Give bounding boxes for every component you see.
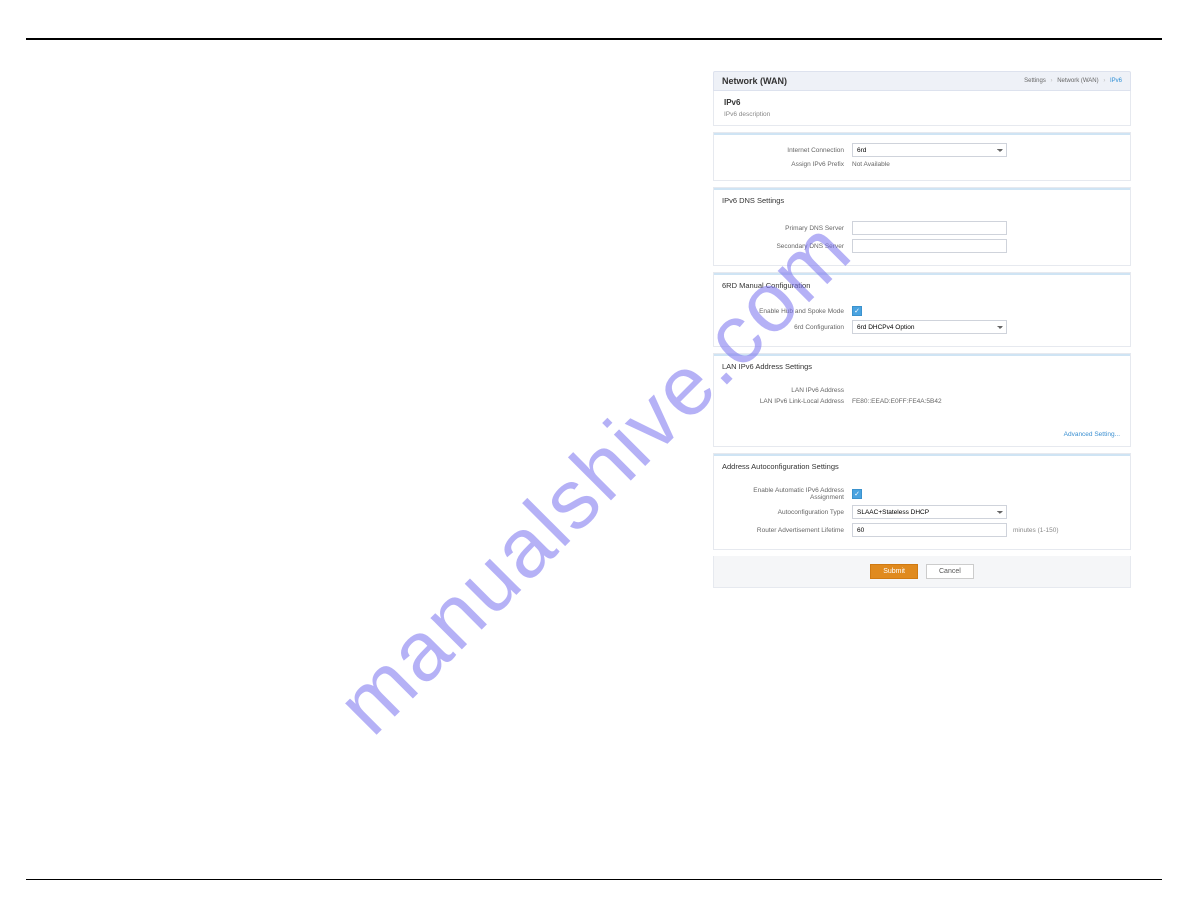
ipv6-dns-section: IPv6 DNS Settings Primary DNS Server Sec… (713, 187, 1131, 266)
crumb-settings[interactable]: Settings (1024, 78, 1046, 84)
ipv6-desc: IPv6 description (724, 111, 1120, 118)
sixrd-config-select[interactable]: 6rd DHCPv4 Option (852, 320, 1007, 334)
lan-ipv6-address-label: LAN IPv6 Address (724, 387, 852, 394)
router-config-panel: Network (WAN) Settings › Network (WAN) ›… (713, 71, 1131, 588)
lan-ipv6-ll-value: FE80::EEAD:E0FF:FE4A:5B42 (852, 398, 942, 405)
autoconfig-type-select[interactable]: SLAAC+Stateless DHCP (852, 505, 1007, 519)
dns-title: IPv6 DNS Settings (722, 196, 1122, 205)
ra-lifetime-hint: minutes (1-150) (1013, 527, 1059, 534)
primary-dns-label: Primary DNS Server (724, 225, 852, 232)
sixrd-section: 6RD Manual Configuration Enable Hub and … (713, 272, 1131, 347)
crumb-ipv6[interactable]: IPv6 (1110, 78, 1122, 84)
lan-ipv6-section: LAN IPv6 Address Settings LAN IPv6 Addre… (713, 353, 1131, 447)
lan-ipv6-ll-label: LAN IPv6 Link-Local Address (724, 398, 852, 405)
secondary-dns-label: Secondary DNS Server (724, 243, 852, 250)
autoconfig-title: Address Autoconfiguration Settings (722, 462, 1122, 471)
sixrd-title: 6RD Manual Configuration (722, 281, 1122, 290)
ra-lifetime-label: Router Advertisement Lifetime (724, 527, 852, 534)
autoconfig-type-label: Autoconfiguration Type (724, 509, 852, 516)
internet-connection-select[interactable]: 6rd (852, 143, 1007, 157)
secondary-dns-input[interactable] (852, 239, 1007, 253)
intro-card: IPv6 IPv6 description (713, 91, 1131, 126)
page-bottom-rule (26, 879, 1162, 880)
submit-button[interactable]: Submit (870, 564, 918, 579)
page-top-rule (26, 38, 1162, 40)
advanced-setting-link[interactable]: Advanced Setting... (714, 417, 1130, 446)
breadcrumb: Settings › Network (WAN) › IPv6 (1024, 78, 1122, 84)
ra-lifetime-input[interactable] (852, 523, 1007, 537)
primary-dns-input[interactable] (852, 221, 1007, 235)
hub-spoke-label: Enable Hub and Spoke Mode (724, 308, 852, 315)
enable-auto-label: Enable Automatic IPv6 Address Assignment (724, 487, 852, 501)
cancel-button[interactable]: Cancel (926, 564, 974, 579)
lan-ipv6-title: LAN IPv6 Address Settings (722, 362, 1122, 371)
page-title: Network (WAN) (722, 76, 787, 86)
internet-connection-label: Internet Connection (724, 147, 852, 154)
connection-section: Internet Connection 6rd Assign IPv6 Pref… (713, 132, 1131, 181)
hub-spoke-checkbox[interactable] (852, 306, 862, 316)
assign-prefix-label: Assign IPv6 Prefix (724, 161, 852, 168)
panel-header: Network (WAN) Settings › Network (WAN) ›… (713, 71, 1131, 91)
ipv6-heading: IPv6 (724, 98, 1120, 107)
sixrd-config-label: 6rd Configuration (724, 324, 852, 331)
autoconfig-section: Address Autoconfiguration Settings Enabl… (713, 453, 1131, 550)
enable-auto-checkbox[interactable] (852, 489, 862, 499)
assign-prefix-value: Not Available (852, 161, 890, 168)
crumb-network-wan[interactable]: Network (WAN) (1057, 78, 1098, 84)
form-actions: Submit Cancel (713, 556, 1131, 588)
